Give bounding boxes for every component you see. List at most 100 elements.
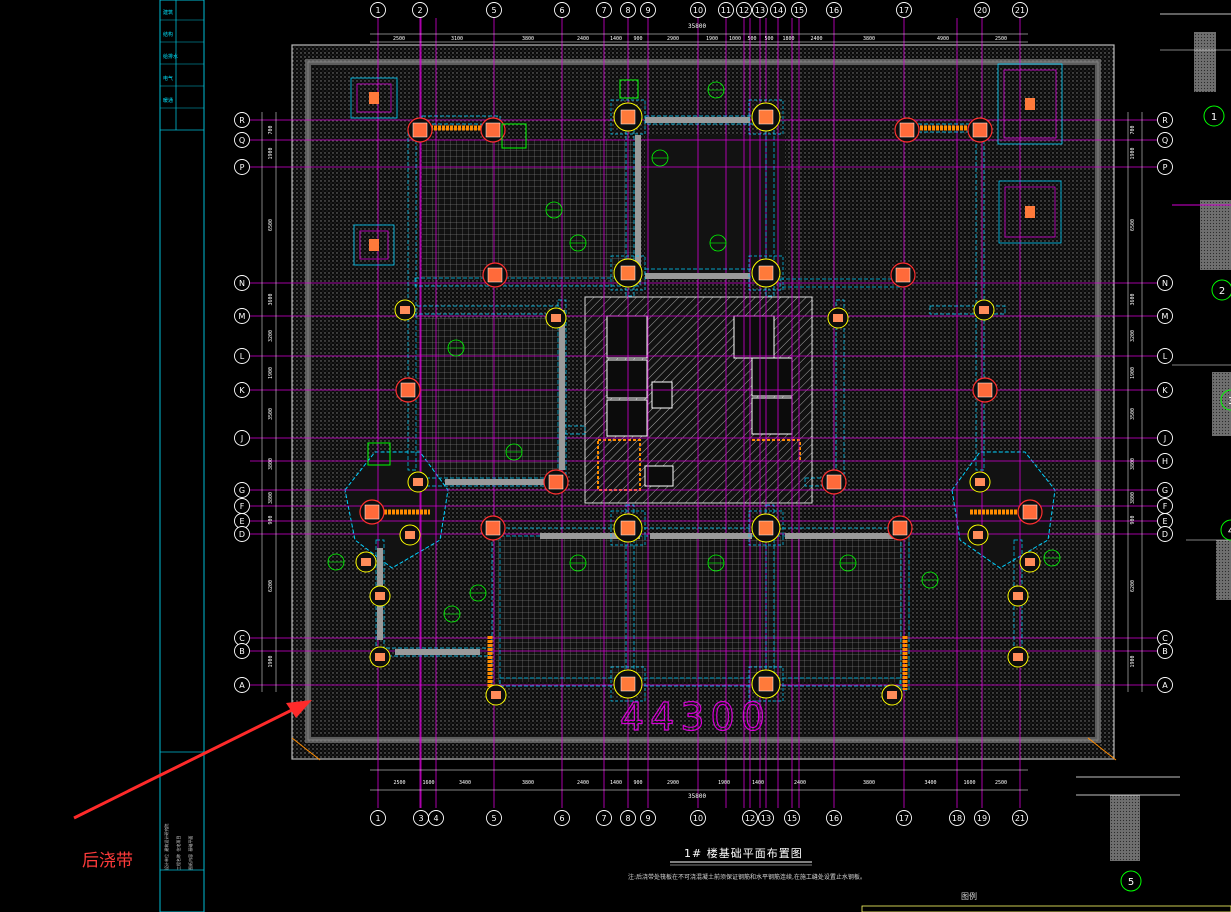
axis-bubble-right: G	[1162, 486, 1168, 495]
column-section	[899, 122, 915, 138]
concrete-wall-horizontal	[645, 117, 750, 123]
pile-head	[833, 314, 843, 322]
axis-bubble-top: 2	[417, 6, 422, 15]
dimension-label-top: 1400	[610, 36, 622, 42]
dimension-label-right: 3800	[1130, 492, 1136, 504]
dimension-label-top: 1800	[782, 36, 794, 42]
dimension-label-top: 2500	[995, 36, 1007, 42]
axis-bubble-top: 12	[739, 6, 749, 15]
dimension-label-top: 3100	[451, 36, 463, 42]
dimension-label-top: 3800	[522, 36, 534, 42]
dimension-label-right: 3200	[1130, 330, 1136, 342]
axis-bubble-left: C	[239, 634, 245, 643]
concrete-wall-vertical	[635, 135, 641, 282]
title-block-row-label: 给排水	[163, 53, 178, 60]
axis-bubble-left: J	[240, 434, 243, 443]
column-section	[1022, 504, 1038, 520]
axis-bubble-top: 6	[559, 6, 564, 15]
column-section	[1025, 206, 1035, 218]
axis-bubble-bottom: 3	[418, 814, 423, 823]
dimension-label-top: 500	[747, 36, 756, 42]
axis-bubble-left: F	[240, 502, 245, 511]
column-section	[758, 676, 774, 692]
column-section	[369, 92, 379, 104]
axis-bubble-right: Q	[1162, 136, 1168, 145]
pile-head	[375, 592, 385, 600]
axis-bubble-top: 17	[899, 6, 909, 15]
dimension-label-top: 2400	[810, 36, 822, 42]
axis-bubble-bottom: 1	[375, 814, 380, 823]
axis-bubble-right: A	[1162, 681, 1168, 690]
pile-head	[361, 558, 371, 566]
dimension-label-right: 3800	[1130, 458, 1136, 470]
dimension-label-bottom: 3800	[522, 780, 534, 786]
pile-head	[413, 478, 423, 486]
column-section	[620, 676, 636, 692]
drawing-title: 1# 楼基础平面布置图	[684, 847, 803, 860]
dimension-label-right: 6200	[1130, 580, 1136, 592]
drawing-note: 注:后浇带处筏板在不可浇混凝土前须保证钢筋和水平钢筋连续,在施工缝处设置止水钢板…	[628, 874, 866, 881]
axis-bubble-right: N	[1162, 279, 1168, 288]
foundation-plan-canvas: 建筑结构给排水电气暖通 设计单位 建筑设计研究院 工程名称 住宅项目 图纸内容 …	[73, 0, 1231, 912]
axis-bubble-bottom: 5	[491, 814, 496, 823]
dimension-label-left: 700	[268, 125, 274, 134]
overall-dimension-text: 44300	[620, 695, 771, 739]
axis-bubble-right: C	[1162, 634, 1168, 643]
concrete-wall-horizontal	[650, 533, 752, 539]
dimension-label-left: 3500	[268, 408, 274, 420]
axis-bubble-top: 5	[491, 6, 496, 15]
axis-bubble-bottom: 15	[787, 814, 797, 823]
pile-head	[1013, 592, 1023, 600]
axis-bubble-right: L	[1163, 352, 1168, 361]
dimension-label-left: 3600	[268, 293, 274, 305]
column-section	[364, 504, 380, 520]
axis-bubble-left: K	[239, 386, 245, 395]
dimension-label-bottom: 3400	[459, 780, 471, 786]
dimension-label-bottom: 3400	[924, 780, 936, 786]
column-section	[620, 109, 636, 125]
axis-bubble-top: 13	[755, 6, 765, 15]
dimension-label-bottom: 3800	[863, 780, 875, 786]
axis-bubble-left: N	[239, 279, 245, 288]
dimension-label-left: 6200	[268, 580, 274, 592]
legend-title: 图例	[961, 892, 977, 901]
column-section	[485, 520, 501, 536]
column-section	[412, 122, 428, 138]
svg-text:图纸内容 基础平面: 图纸内容 基础平面	[187, 836, 193, 870]
column-section	[826, 474, 842, 490]
axis-bubble-left: M	[239, 312, 246, 321]
dimension-label-right: 1900	[1130, 367, 1136, 379]
axis-bubble-bottom: 12	[745, 814, 755, 823]
axis-bubble-left: L	[240, 352, 245, 361]
pile-head	[375, 653, 385, 661]
column-section	[758, 520, 774, 536]
dimension-label-top: 1900	[706, 36, 718, 42]
detail-marker-label: 1	[1211, 112, 1217, 123]
dimension-label-bottom: 1900	[718, 780, 730, 786]
pile-head	[1013, 653, 1023, 661]
axis-bubble-top: 10	[693, 6, 703, 15]
dimension-label-bottom: 2500	[393, 780, 405, 786]
dimension-label-left: 3800	[268, 458, 274, 470]
total-dimension-top: 35800	[688, 23, 706, 30]
axis-bubble-top: 16	[829, 6, 839, 15]
dimension-label-bottom: 1400	[610, 780, 622, 786]
concrete-wall-horizontal	[645, 273, 750, 279]
axis-bubble-top: 21	[1015, 6, 1025, 15]
dimension-label-left: 6500	[268, 219, 274, 231]
post-cast-strip-arrow	[73, 700, 312, 820]
axis-bubble-bottom: 4	[433, 814, 438, 823]
svg-text:工程名称 住宅项目: 工程名称 住宅项目	[175, 836, 181, 870]
dimension-label-bottom: 2400	[794, 780, 806, 786]
dimension-label-bottom: 1600	[422, 780, 434, 786]
dimension-label-bottom: 900	[633, 780, 642, 786]
column-section	[620, 265, 636, 281]
column-section	[620, 520, 636, 536]
axis-bubble-right: J	[1163, 434, 1166, 443]
axis-bubble-bottom: 6	[559, 814, 564, 823]
axis-bubble-top: 11	[721, 6, 731, 15]
dimension-label-top: 2400	[577, 36, 589, 42]
dimension-label-right: 3500	[1130, 408, 1136, 420]
axis-bubble-right: E	[1162, 517, 1167, 526]
column-section	[895, 267, 911, 283]
